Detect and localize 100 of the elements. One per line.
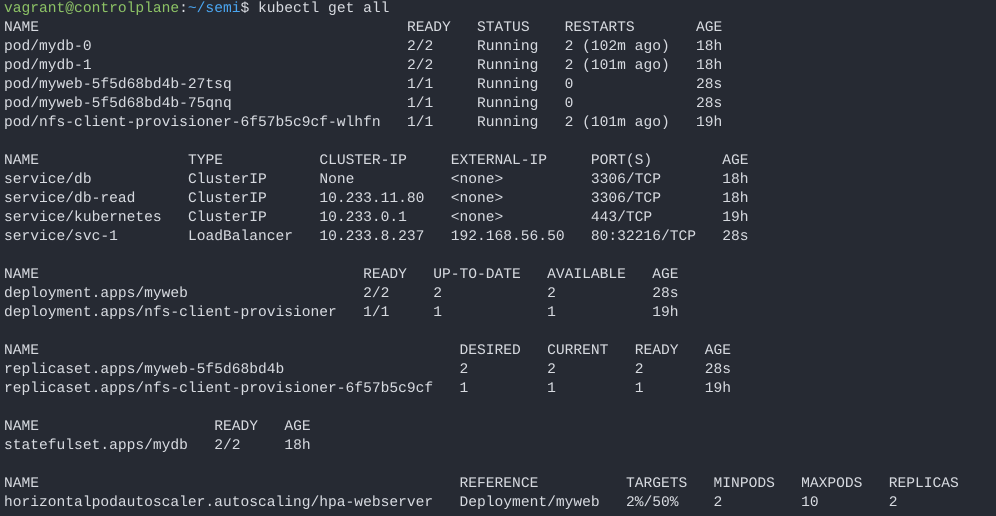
column-header: NAME bbox=[4, 19, 40, 38]
column-header: EXTERNAL-IP bbox=[450, 152, 548, 171]
table-cell: 2/2 bbox=[406, 57, 434, 76]
table-cell: ClusterIP bbox=[188, 171, 267, 190]
table-cell: <none> bbox=[450, 190, 504, 209]
table-cell: horizontalpodautoscaler.autoscaling/hpa-webserver bbox=[4, 494, 434, 513]
prompt-separator: : bbox=[179, 1, 188, 17]
table-cell: 192.168.56.50 bbox=[450, 228, 565, 247]
column-header: CLUSTER-IP bbox=[319, 152, 407, 171]
column-header: MAXPODS bbox=[801, 475, 862, 494]
column-header: READY bbox=[363, 266, 407, 285]
table-cell: 2 bbox=[888, 494, 898, 513]
column-header: RESTARTS bbox=[564, 19, 635, 38]
table-cell: 2 bbox=[433, 285, 442, 304]
table-cell: 1 bbox=[433, 304, 442, 323]
table-cell: 18h bbox=[722, 171, 749, 190]
table-cell: 2/2 bbox=[214, 437, 241, 456]
table-cell: 443/TCP bbox=[590, 209, 652, 228]
column-header: AGE bbox=[722, 152, 749, 171]
table-cell: 19h bbox=[652, 304, 678, 323]
column-header: NAME bbox=[4, 342, 40, 361]
table-cell: 28s bbox=[696, 76, 722, 95]
table-cell: 2 (101m ago) bbox=[564, 114, 670, 133]
table-cell: service/svc-1 bbox=[4, 228, 118, 247]
table-cell: service/db-read bbox=[4, 190, 136, 209]
table-cell: 1/1 bbox=[406, 76, 434, 95]
column-header: NAME bbox=[4, 418, 40, 437]
column-header: AGE bbox=[652, 266, 678, 285]
table-cell: deployment.apps/myweb bbox=[4, 285, 188, 304]
column-header: NAME bbox=[4, 152, 40, 171]
table-cell: 2%/50% bbox=[626, 494, 678, 513]
column-header: REPLICAS bbox=[888, 475, 959, 494]
table-cell: 28s bbox=[722, 228, 749, 247]
table-cell: 1/1 bbox=[406, 95, 434, 114]
table-cell: replicaset.apps/myweb-5f5d68bd4b bbox=[4, 361, 284, 380]
column-header: NAME bbox=[4, 475, 40, 494]
table-cell: 18h bbox=[284, 437, 311, 456]
table-cell: service/kubernetes bbox=[4, 209, 162, 228]
table-cell: 2 bbox=[634, 361, 644, 380]
table-cell: 2 bbox=[547, 285, 556, 304]
column-header: AGE bbox=[704, 342, 732, 361]
table-cell: 1 bbox=[547, 304, 556, 323]
column-header: STATUS bbox=[477, 19, 530, 38]
table-cell: pod/myweb-5f5d68bd4b-75qnq bbox=[4, 95, 232, 114]
command-text: kubectl get all bbox=[258, 1, 390, 17]
column-header: NAME bbox=[4, 266, 40, 285]
table-cell: 2 (101m ago) bbox=[564, 57, 670, 76]
column-header: CURRENT bbox=[547, 342, 608, 361]
table-cell: Running bbox=[477, 76, 538, 95]
column-header: READY bbox=[634, 342, 678, 361]
table-cell: 18h bbox=[722, 190, 749, 209]
column-header: DESIRED bbox=[460, 342, 521, 361]
table-cell: 10 bbox=[801, 494, 819, 513]
table-cell: 1 bbox=[634, 380, 644, 399]
prompt-user-host: vagrant@controlplane bbox=[4, 1, 180, 17]
table-cell: ClusterIP bbox=[188, 209, 267, 228]
table-cell: LoadBalancer bbox=[188, 228, 294, 247]
table-cell: 2 bbox=[714, 494, 722, 513]
table-cell: statefulset.apps/mydb bbox=[4, 437, 188, 456]
table-cell: 2/2 bbox=[406, 38, 434, 57]
table-cell: 3306/TCP bbox=[590, 171, 661, 190]
table-cell: service/db bbox=[4, 171, 92, 190]
table-cell: 1/1 bbox=[363, 304, 390, 323]
column-header: AVAILABLE bbox=[547, 266, 626, 285]
table-cell: None bbox=[319, 171, 354, 190]
table-cell: 10.233.11.80 bbox=[319, 190, 424, 209]
table-cell: Running bbox=[477, 38, 538, 57]
table-cell: 2/2 bbox=[363, 285, 390, 304]
table-cell: 80:32216/TCP bbox=[590, 228, 696, 247]
table-cell: 10.233.8.237 bbox=[319, 228, 424, 247]
table-cell: 19h bbox=[704, 380, 732, 399]
table-cell: deployment.apps/nfs-client-provisioner bbox=[4, 304, 337, 323]
table-cell: 19h bbox=[696, 114, 722, 133]
table-cell: 18h bbox=[696, 38, 722, 57]
column-header: READY bbox=[214, 418, 258, 437]
table-cell: 0 bbox=[564, 76, 574, 95]
column-header: PORT(S) bbox=[590, 152, 652, 171]
table-cell: ClusterIP bbox=[188, 190, 267, 209]
table-cell: 0 bbox=[564, 95, 574, 114]
column-header: UP-TO-DATE bbox=[433, 266, 521, 285]
table-cell: <none> bbox=[450, 171, 504, 190]
column-header: TARGETS bbox=[626, 475, 688, 494]
column-header: MINPODS bbox=[714, 475, 775, 494]
table-cell: pod/myweb-5f5d68bd4b-27tsq bbox=[4, 76, 232, 95]
table-cell: 28s bbox=[696, 95, 722, 114]
column-header: AGE bbox=[696, 19, 722, 38]
table-cell: Deployment/myweb bbox=[460, 494, 600, 513]
column-header: TYPE bbox=[188, 152, 223, 171]
table-cell: pod/mydb-0 bbox=[4, 38, 92, 57]
prompt-symbol: $ bbox=[240, 1, 250, 17]
prompt-path: ~/semi bbox=[188, 1, 240, 17]
table-cell: 28s bbox=[652, 285, 678, 304]
column-header: READY bbox=[406, 19, 451, 38]
table-cell: replicaset.apps/nfs-client-provisioner-6f57b5c9cf bbox=[4, 380, 434, 399]
table-cell: pod/mydb-1 bbox=[4, 57, 92, 76]
table-cell: 19h bbox=[722, 209, 749, 228]
table-cell: 10.233.0.1 bbox=[319, 209, 407, 228]
table-cell: 1/1 bbox=[406, 114, 434, 133]
column-header: REFERENCE bbox=[460, 475, 538, 494]
table-cell: 2 (102m ago) bbox=[564, 38, 670, 57]
